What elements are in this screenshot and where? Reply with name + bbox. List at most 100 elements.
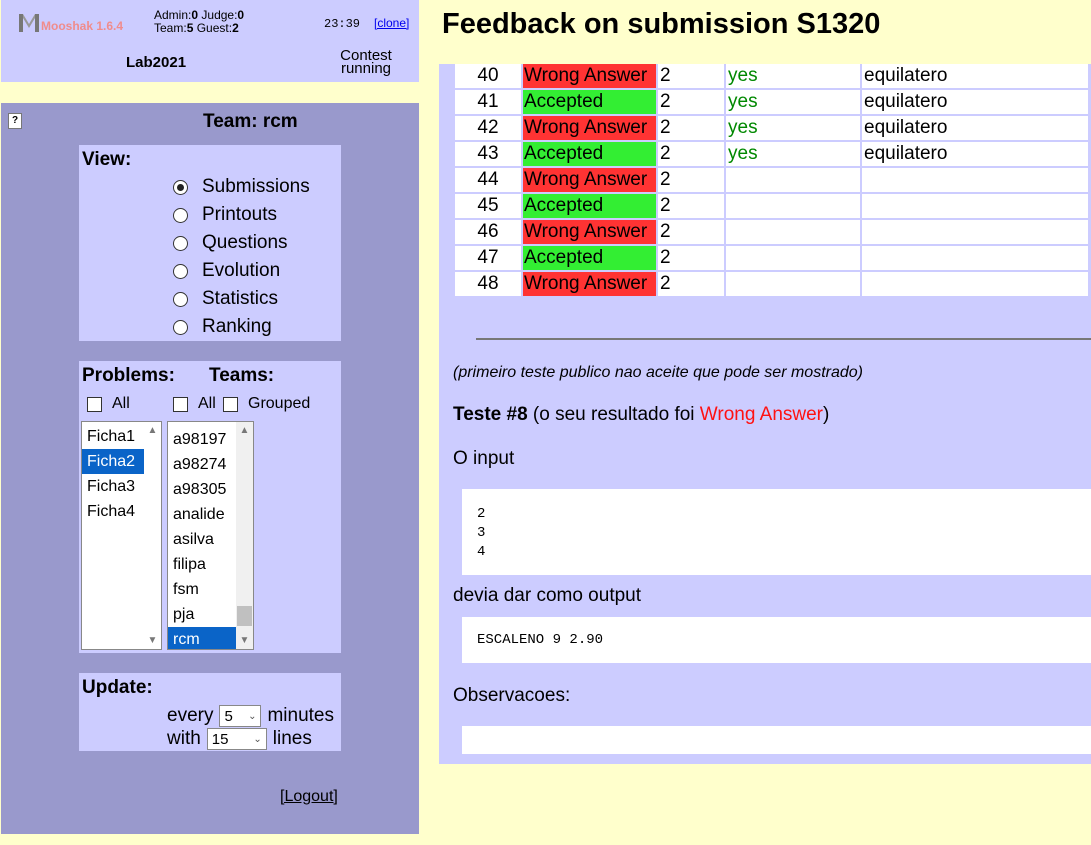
test-ok: yes xyxy=(726,142,860,166)
test-number: 43 xyxy=(455,142,521,166)
result-row: 43 Accepted 2 yes equilatero xyxy=(455,142,1088,166)
with-value: 15 xyxy=(211,730,229,748)
feedback-note: (primeiro teste publico nao aceite que p… xyxy=(453,364,863,381)
test-value: 2 xyxy=(658,142,724,166)
test-number: 46 xyxy=(455,220,521,244)
view-option-evolution[interactable]: Evolution xyxy=(173,258,280,284)
scroll-down-icon[interactable]: ▼ xyxy=(236,632,253,649)
test-result: Wrong Answer xyxy=(699,404,823,425)
teams-grouped-checkbox[interactable]: Grouped xyxy=(223,395,310,413)
test-ok xyxy=(726,194,860,218)
test-name xyxy=(862,194,1088,218)
test-prefix: (o seu resultado foi xyxy=(527,404,700,425)
view-option-statistics[interactable]: Statistics xyxy=(173,286,278,312)
test-name: equilatero xyxy=(862,142,1088,166)
problems-all-checkbox[interactable]: All xyxy=(87,395,130,413)
test-ok xyxy=(726,168,860,192)
minutes-label: minutes xyxy=(267,705,334,726)
input-block: 2 3 4 xyxy=(462,489,1091,575)
admin-count: 0 xyxy=(191,8,199,22)
test-name xyxy=(862,168,1088,192)
output-text: ESCALENO 9 2.90 xyxy=(477,632,604,648)
control-panel: ? Team: rcm View: Submissions Printouts … xyxy=(1,103,419,834)
test-number: 40 xyxy=(455,64,521,88)
test-result-cell: Accepted xyxy=(523,142,656,166)
radio-evolution[interactable] xyxy=(173,263,188,279)
logout-link[interactable]: [Logout] xyxy=(280,788,338,805)
test-number: 42 xyxy=(455,116,521,140)
teams-listbox[interactable]: a98197 a98274 a98305 analide asilva fili… xyxy=(167,421,254,650)
view-option-printouts[interactable]: Printouts xyxy=(173,202,277,228)
test-number: 45 xyxy=(455,194,521,218)
test-number: 41 xyxy=(455,90,521,114)
radio-submissions[interactable] xyxy=(173,179,188,195)
judge-count: 0 xyxy=(237,8,245,22)
test-result-cell: Wrong Answer xyxy=(523,64,656,88)
input-line: 3 xyxy=(477,525,486,541)
result-row: 48 Wrong Answer 2 xyxy=(455,272,1088,296)
view-option-label: Printouts xyxy=(202,204,277,225)
teams-title: Teams: xyxy=(209,365,275,386)
feedback-content: 40 Wrong Answer 2 yes equilatero 41 Accepted 2 y… xyxy=(439,64,1091,764)
result-row: 46 Wrong Answer 2 xyxy=(455,220,1088,244)
problems-listbox[interactable]: Ficha1 Ficha2 Ficha3 Ficha4 ▲ ▼ xyxy=(81,421,162,650)
guest-label: Guest: xyxy=(196,21,233,35)
test-name: equilatero xyxy=(862,64,1088,88)
team-label: Team: xyxy=(154,21,187,35)
view-option-label: Submissions xyxy=(202,176,310,197)
test-number: 48 xyxy=(455,272,521,296)
test-ok: yes xyxy=(726,90,860,114)
checkbox[interactable] xyxy=(173,396,188,412)
checkbox[interactable] xyxy=(223,396,238,412)
divider xyxy=(476,338,1091,340)
test-ok: yes xyxy=(726,116,860,140)
team-item-selected[interactable]: rcm xyxy=(168,627,236,649)
test-ok xyxy=(726,272,860,296)
view-selector: View: Submissions Printouts Questions Ev… xyxy=(79,145,341,341)
help-icon[interactable]: ? xyxy=(8,113,22,129)
problems-scrollbar[interactable]: ▲ ▼ xyxy=(144,422,161,649)
every-select[interactable]: 5 ⌄ xyxy=(219,705,262,727)
radio-ranking[interactable] xyxy=(173,319,188,335)
test-value: 2 xyxy=(658,220,724,244)
clone-link[interactable]: [clone] xyxy=(374,16,409,30)
radio-printouts[interactable] xyxy=(173,207,188,223)
teams-scrollbar[interactable]: ▲ ▼ xyxy=(236,422,253,649)
input-line: 4 xyxy=(477,544,486,560)
view-option-ranking[interactable]: Ranking xyxy=(173,314,272,340)
test-name: equilatero xyxy=(862,90,1088,114)
app-name: Mooshak 1.6.4 xyxy=(41,19,124,33)
update-with-row: with 15 ⌄ lines xyxy=(167,728,312,750)
radio-questions[interactable] xyxy=(173,235,188,251)
observations-box xyxy=(462,726,1091,754)
scrollbar-thumb[interactable] xyxy=(237,606,252,626)
result-row: 44 Wrong Answer 2 xyxy=(455,168,1088,192)
teams-all-checkbox[interactable]: All xyxy=(173,395,216,413)
scroll-up-icon[interactable]: ▲ xyxy=(144,422,161,439)
test-result-cell: Accepted xyxy=(523,194,656,218)
chevron-down-icon: ⌄ xyxy=(253,733,262,745)
test-ok xyxy=(726,220,860,244)
test-result-cell: Wrong Answer xyxy=(523,220,656,244)
checkbox[interactable] xyxy=(87,396,102,412)
with-select[interactable]: 15 ⌄ xyxy=(206,728,267,750)
test-value: 2 xyxy=(658,116,724,140)
contest-name: Lab2021 xyxy=(126,54,187,71)
test-value: 2 xyxy=(658,194,724,218)
scroll-down-icon[interactable]: ▼ xyxy=(144,632,161,649)
view-option-submissions[interactable]: Submissions xyxy=(173,174,310,200)
lines-label: lines xyxy=(272,728,312,749)
view-title: View: xyxy=(82,149,132,170)
test-result-cell: Accepted xyxy=(523,90,656,114)
radio-statistics[interactable] xyxy=(173,291,188,307)
result-row: 41 Accepted 2 yes equilatero xyxy=(455,90,1088,114)
view-option-questions[interactable]: Questions xyxy=(173,230,288,256)
result-row: 45 Accepted 2 xyxy=(455,194,1088,218)
output-block: ESCALENO 9 2.90 xyxy=(462,617,1091,663)
test-name xyxy=(862,220,1088,244)
view-option-label: Ranking xyxy=(202,316,272,337)
checkbox-label: Grouped xyxy=(248,395,311,412)
team-title: Team: rcm xyxy=(203,111,298,132)
scroll-up-icon[interactable]: ▲ xyxy=(236,422,253,439)
checkbox-label: All xyxy=(198,395,216,412)
